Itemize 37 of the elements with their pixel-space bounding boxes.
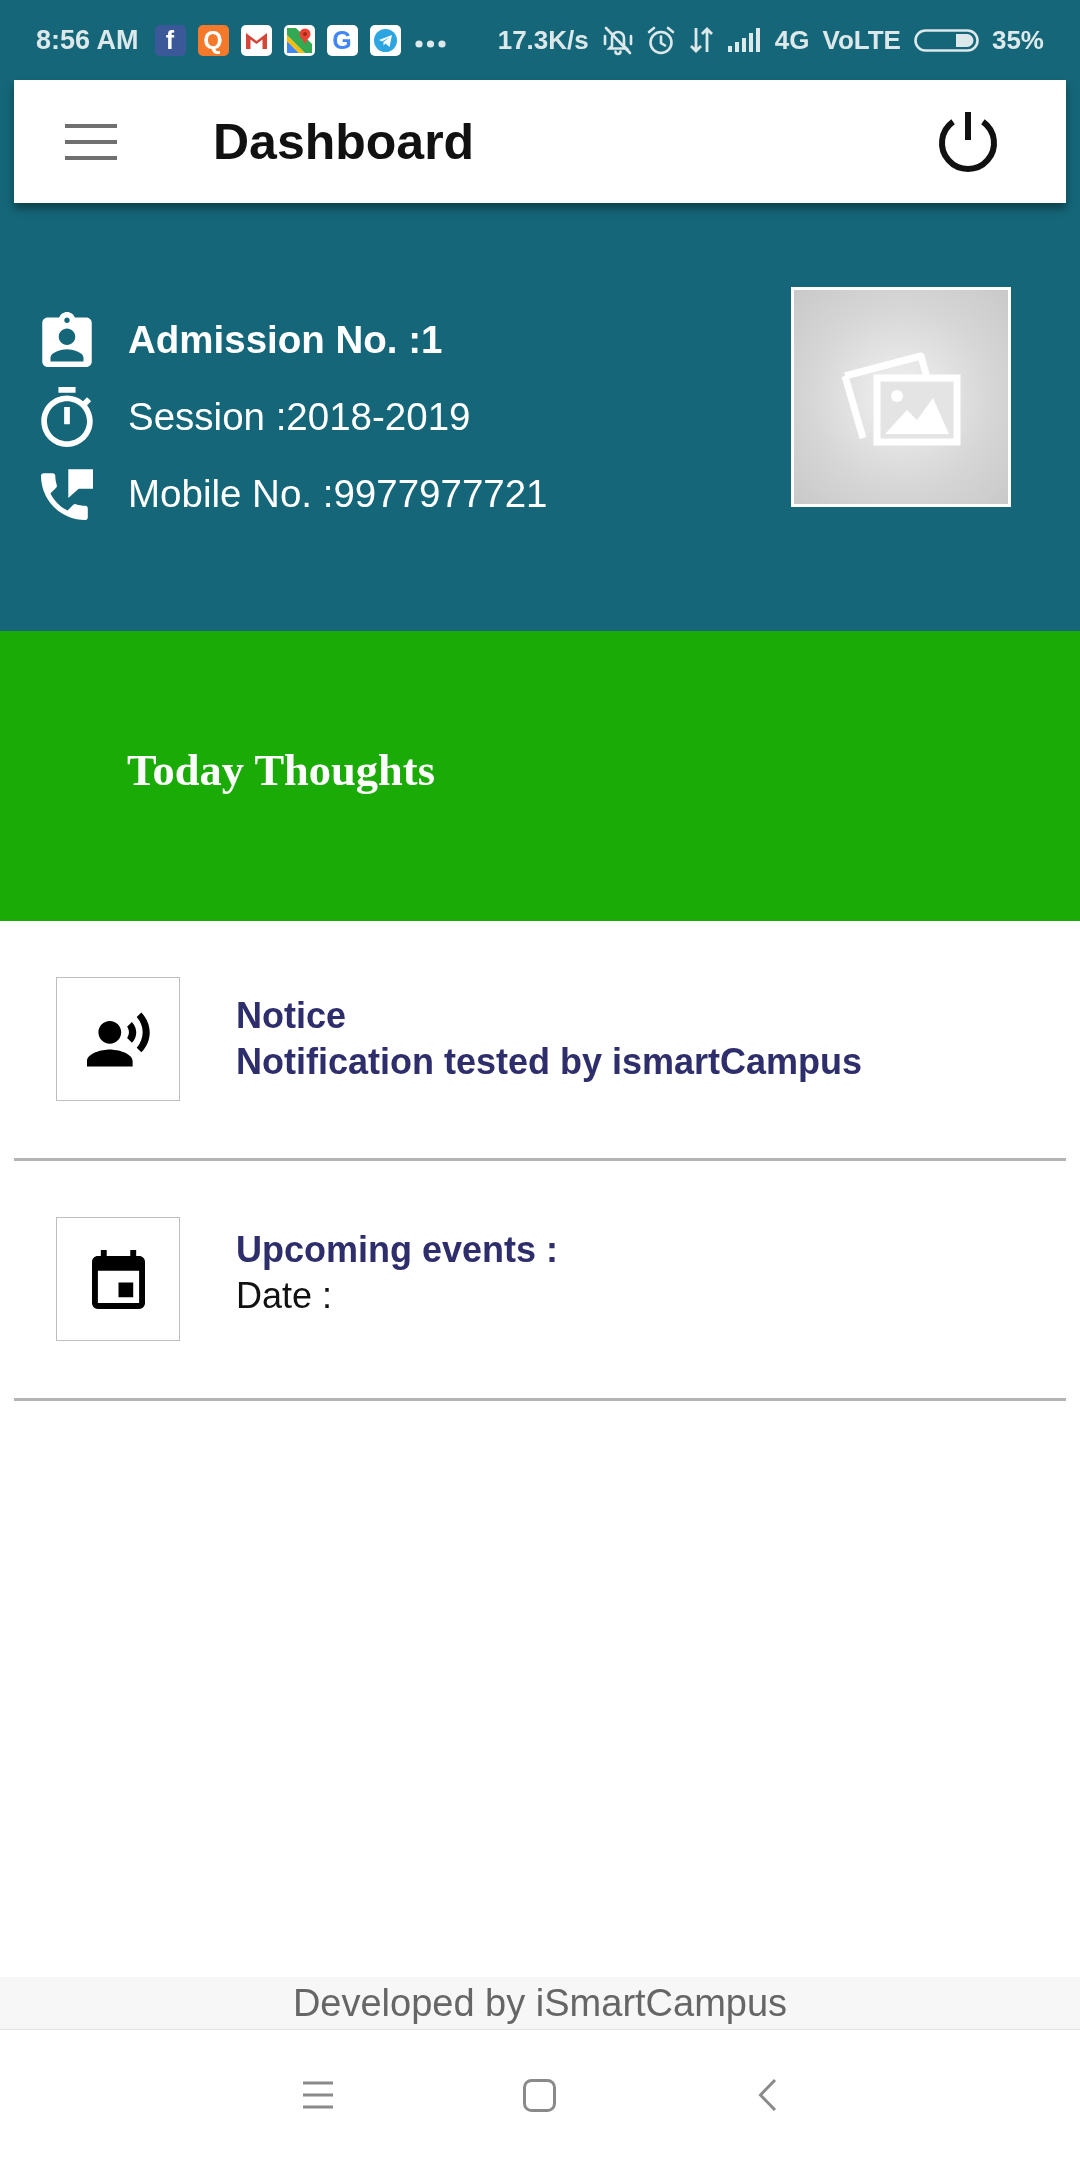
app-icon: G (326, 24, 358, 56)
alarm-clock-icon (646, 25, 675, 55)
date-label: Date : (236, 1274, 334, 1318)
notice-title: Notice (236, 994, 348, 1038)
thoughts-title: Today Thoughts (127, 744, 435, 796)
phone-icon (41, 467, 93, 520)
map-pin-icon (283, 24, 315, 56)
admission-number: Admission No. :1 (128, 317, 443, 362)
square-icon (523, 2078, 556, 2112)
power-icon (937, 110, 999, 173)
app-icon: f (154, 24, 186, 56)
stopwatch-icon (41, 386, 93, 447)
page-title: Dashboard (213, 112, 475, 171)
calendar-icon (56, 1217, 180, 1341)
id-badge-icon (42, 312, 92, 367)
signal-icon (727, 28, 762, 52)
battery-percent: 35% (991, 24, 1044, 56)
speaking-person-icon (56, 977, 180, 1101)
session-years: Session :2018-2019 (128, 394, 471, 439)
network-speed: 17.3K/s (497, 24, 589, 56)
envelope-icon (240, 24, 272, 56)
more-dots-icon (414, 40, 446, 48)
network-type: 4G (774, 24, 810, 56)
events-heading: Upcoming events : (236, 1228, 559, 1272)
mobile-number: Mobile No. :9977977721 (128, 471, 548, 516)
status-time: 8:56 AM (36, 24, 139, 56)
bell-off-icon (601, 24, 634, 56)
app-icon: Q (197, 24, 229, 56)
developer-credit: Developed by iSmartCampus (292, 1981, 788, 2025)
notice-text: Notification tested by ismartCampus (236, 1040, 863, 1084)
volte-label: VoLTE (822, 24, 901, 56)
menu-icon (65, 123, 117, 160)
menu-icon (303, 2081, 333, 2109)
back-chevron-icon (758, 2078, 777, 2112)
paper-plane-icon (369, 24, 401, 56)
data-arrows-icon (687, 26, 715, 54)
battery-icon (913, 28, 979, 52)
